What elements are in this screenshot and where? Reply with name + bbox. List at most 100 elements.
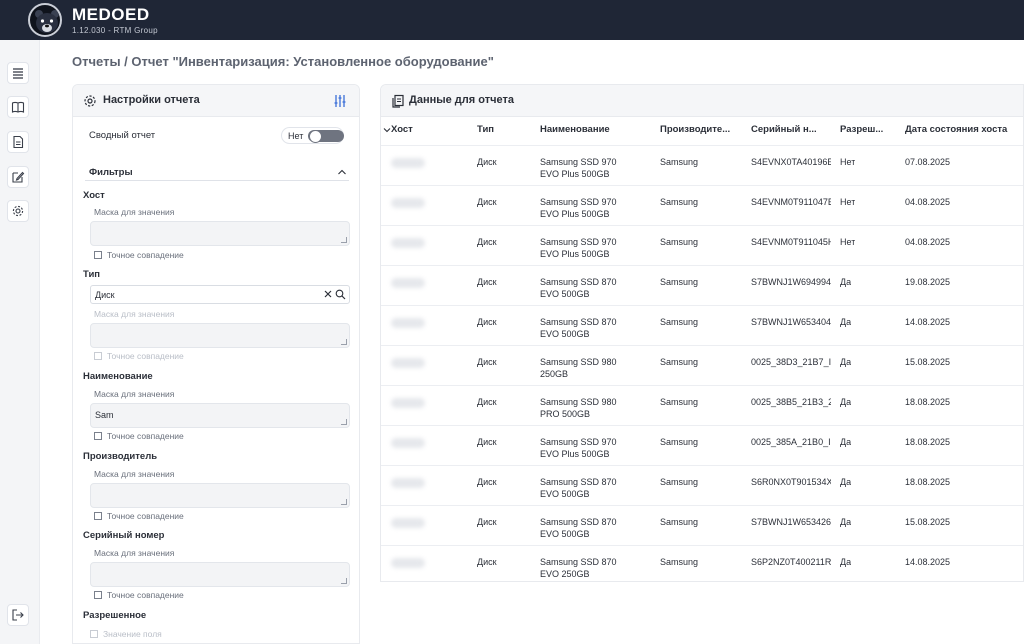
cell-name: Samsung SSD 870 EVO 500GB [540, 317, 617, 339]
cell-host-redacted [391, 398, 425, 408]
column-header-allowed[interactable]: Разреш... [840, 124, 883, 135]
column-header-serial[interactable]: Серийный н... [751, 124, 817, 135]
cell-host-redacted [391, 438, 425, 448]
chevron-down-icon[interactable] [383, 126, 391, 134]
cell-serial: S4EVNX0TA40196E [751, 157, 831, 167]
summary-report-label: Сводный отчет [89, 130, 156, 141]
resize-grip-icon[interactable] [341, 578, 347, 584]
column-header-host[interactable]: Хост [391, 124, 413, 135]
cell-type: Диск [477, 477, 497, 487]
cell-date: 18.08.2025 [905, 397, 951, 407]
bear-logo-icon[interactable] [28, 3, 62, 37]
cell-date: 19.08.2025 [905, 277, 951, 287]
table-row[interactable]: Диск Samsung SSD 870 EVO 500GB Samsung S7BW… [381, 505, 1023, 545]
list-icon[interactable] [7, 62, 29, 84]
type-mask-input[interactable] [90, 323, 350, 348]
table-row[interactable]: Диск Samsung SSD 870 EVO 250GB Samsung S6P2… [381, 545, 1023, 581]
table-row[interactable]: Диск Samsung SSD 870 EVO 500GB Samsung S6R0… [381, 465, 1023, 505]
search-icon[interactable] [335, 289, 346, 300]
column-header-name[interactable]: Наименование [540, 124, 610, 135]
report-data-panel: Данные для отчета Хост Тип Наименование … [380, 84, 1024, 582]
resize-grip-icon[interactable] [341, 499, 347, 505]
summary-toggle[interactable]: Нет [281, 127, 344, 144]
table-row[interactable]: Диск Samsung SSD 980 PRO 500GB Samsung 0025… [381, 385, 1023, 425]
cell-name: Samsung SSD 970 EVO Plus 500GB [540, 237, 617, 259]
cell-date: 15.08.2025 [905, 517, 951, 527]
cell-date: 15.08.2025 [905, 357, 951, 367]
cell-type: Диск [477, 357, 497, 367]
cell-host-redacted [391, 238, 425, 248]
allowed-checkbox[interactable] [90, 630, 98, 638]
column-header-date[interactable]: Дата состояния хоста [905, 124, 1007, 135]
cell-date: 07.08.2025 [905, 157, 951, 167]
toggle-knob [309, 130, 322, 143]
type-exact-checkbox[interactable] [94, 352, 102, 360]
table-row[interactable]: Диск Samsung SSD 870 EVO 500GB Samsung S7BW… [381, 265, 1023, 305]
vendor-exact-label: Точное совпадение [107, 511, 184, 521]
cell-date: 18.08.2025 [905, 437, 951, 447]
vendor-exact-checkbox[interactable] [94, 512, 102, 520]
host-exact-checkbox[interactable] [94, 251, 102, 259]
cell-host-redacted [391, 558, 425, 568]
cell-serial: S6R0NX0T901534X [751, 477, 831, 487]
cell-type: Диск [477, 157, 497, 167]
cell-name: Samsung SSD 970 EVO Plus 500GB [540, 437, 617, 459]
cell-type: Диск [477, 517, 497, 527]
cell-name: Samsung SSD 970 EVO Plus 500GB [540, 157, 617, 179]
cell-allowed: Да [840, 477, 852, 487]
cell-vendor: Samsung [660, 157, 699, 167]
cell-name: Samsung SSD 970 EVO Plus 500GB [540, 197, 617, 219]
table-row[interactable]: Диск Samsung SSD 970 EVO Plus 500GB Samsun… [381, 425, 1023, 465]
app-version: 1.12.030 - RTM Group [72, 26, 158, 35]
cell-allowed: Да [840, 357, 852, 367]
resize-grip-icon[interactable] [341, 419, 347, 425]
cell-serial: S7BWNJ1W653426 [751, 517, 831, 527]
type-select[interactable]: Диск [90, 285, 350, 304]
table-row[interactable]: Диск Samsung SSD 980 250GB Samsung 0025_38D… [381, 345, 1023, 385]
name-mask-input[interactable]: Sam [90, 403, 350, 428]
table-row[interactable]: Диск Samsung SSD 970 EVO Plus 500GB Samsun… [381, 185, 1023, 225]
gear-icon[interactable] [7, 200, 29, 222]
cell-serial: 0025_38B5_21B3_2 [751, 397, 831, 407]
cell-serial: S6P2NZ0T400211R [751, 557, 831, 567]
cell-allowed: Да [840, 397, 852, 407]
cell-vendor: Samsung [660, 397, 699, 407]
logout-icon[interactable] [7, 604, 29, 626]
tune-icon[interactable] [333, 94, 347, 108]
serial-mask-input[interactable] [90, 562, 350, 587]
cell-type: Диск [477, 557, 497, 567]
cell-date: 14.08.2025 [905, 557, 951, 567]
edit-icon[interactable] [7, 166, 29, 188]
document-icon[interactable] [7, 131, 29, 153]
table-row[interactable]: Диск Samsung SSD 970 EVO Plus 500GB Samsun… [381, 145, 1023, 185]
cell-type: Диск [477, 397, 497, 407]
cell-allowed: Да [840, 557, 852, 567]
book-icon[interactable] [7, 96, 29, 118]
name-exact-checkbox[interactable] [94, 432, 102, 440]
cell-host-redacted [391, 518, 425, 528]
chevron-up-icon[interactable] [337, 167, 347, 177]
column-header-type[interactable]: Тип [477, 124, 494, 135]
cell-allowed: Нет [840, 157, 856, 167]
cell-allowed: Да [840, 437, 852, 447]
cell-name: Samsung SSD 870 EVO 500GB [540, 277, 617, 299]
cell-vendor: Samsung [660, 197, 699, 207]
cell-vendor: Samsung [660, 557, 699, 567]
column-header-vendor[interactable]: Производите... [660, 124, 730, 135]
cell-name: Samsung SSD 980 250GB [540, 357, 617, 379]
cell-vendor: Samsung [660, 237, 699, 247]
report-settings-panel: Настройки отчета Сводный отчет Нет Фильт… [72, 84, 360, 644]
resize-grip-icon[interactable] [341, 237, 347, 243]
table-row[interactable]: Диск Samsung SSD 970 EVO Plus 500GB Samsun… [381, 225, 1023, 265]
type-mask-label: Маска для значения [94, 309, 175, 319]
clear-icon[interactable] [323, 289, 333, 299]
filters-section-header[interactable]: Фильтры [85, 165, 349, 181]
breadcrumb: Отчеты / Отчет "Инвентаризация: Установл… [72, 54, 494, 69]
cell-serial: S7BWNJ1W653404 [751, 317, 831, 327]
serial-exact-checkbox[interactable] [94, 591, 102, 599]
serial-filter-label: Серийный номер [83, 530, 165, 541]
host-mask-input[interactable] [90, 221, 350, 246]
table-row[interactable]: Диск Samsung SSD 870 EVO 500GB Samsung S7BW… [381, 305, 1023, 345]
resize-grip-icon[interactable] [341, 339, 347, 345]
vendor-mask-input[interactable] [90, 483, 350, 508]
